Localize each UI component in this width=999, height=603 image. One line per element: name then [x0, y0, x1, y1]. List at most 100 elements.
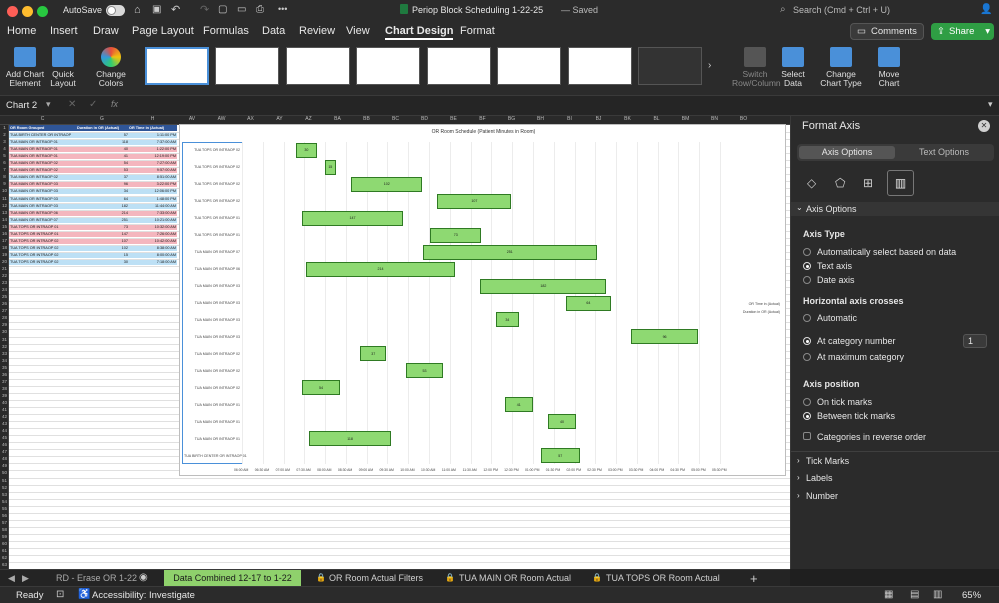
column-header[interactable]: BF: [468, 116, 497, 122]
column-header[interactable]: BC: [381, 116, 410, 122]
size-properties-icon[interactable]: ⊞: [863, 176, 873, 190]
row-header[interactable]: 2: [0, 132, 8, 137]
chart-style-1[interactable]: [145, 47, 209, 85]
change-chart-type-button[interactable]: Change Chart Type: [820, 45, 862, 88]
row-header[interactable]: 23: [0, 280, 8, 285]
column-header[interactable]: BD: [410, 116, 439, 122]
comments-button[interactable]: ▭ Comments: [850, 23, 924, 40]
row-header[interactable]: 33: [0, 351, 8, 356]
section-axis-options[interactable]: ⌄ Axis Options: [791, 202, 999, 216]
accessibility-icon[interactable]: ♿: [78, 589, 90, 600]
row-header[interactable]: 21: [0, 266, 8, 271]
chart-bar[interactable]: 15: [325, 159, 336, 175]
radio-date-axis[interactable]: [803, 276, 811, 284]
column-header[interactable]: BE: [439, 116, 468, 122]
column-header[interactable]: BO: [729, 116, 758, 122]
column-header[interactable]: BA: [323, 116, 352, 122]
change-colors-button[interactable]: Change Colors: [93, 45, 129, 88]
quick-layout-button[interactable]: Quick Layout: [47, 45, 79, 88]
row-header[interactable]: 44: [0, 428, 8, 433]
row-header[interactable]: 52: [0, 485, 8, 490]
column-header[interactable]: AZ: [294, 116, 323, 122]
column-header[interactable]: BN: [700, 116, 729, 122]
tab-draw[interactable]: Draw: [93, 25, 119, 37]
chart-bar[interactable]: 37: [360, 346, 387, 362]
share-button[interactable]: ⇪ Share ▾: [931, 23, 994, 40]
radio-on-tick-marks[interactable]: [803, 398, 811, 406]
row-header[interactable]: 50: [0, 470, 8, 475]
chart-bar[interactable]: 41: [504, 397, 533, 413]
radio-cross-max[interactable]: [803, 353, 811, 361]
select-data-button[interactable]: Select Data: [780, 45, 806, 88]
page-break-view-icon[interactable]: ▥: [933, 589, 942, 600]
tab-chart-design[interactable]: Chart Design: [385, 25, 454, 40]
radio-cross-category[interactable]: [803, 337, 811, 345]
tab-text-options[interactable]: Text Options: [896, 146, 992, 159]
chart-bar[interactable]: 54: [302, 380, 340, 396]
row-header[interactable]: 36: [0, 372, 8, 377]
search-input[interactable]: Search (Cmd + Ctrl + U): [793, 5, 890, 15]
row-header[interactable]: 1: [0, 125, 8, 130]
column-header[interactable]: BB: [352, 116, 381, 122]
row-header[interactable]: 17: [0, 238, 8, 243]
chart-bar[interactable]: 96: [631, 329, 698, 345]
tab-insert[interactable]: Insert: [50, 25, 78, 37]
row-header[interactable]: 54: [0, 499, 8, 504]
column-header[interactable]: BH: [526, 116, 555, 122]
chart-bar[interactable]: 182: [480, 278, 607, 294]
column-header[interactable]: AY: [265, 116, 294, 122]
sheet-tab[interactable]: RD - Erase OR 1-22: [56, 573, 137, 583]
chart-title[interactable]: OR Room Schedule (Patient Minutes in Roo…: [180, 129, 787, 135]
row-header[interactable]: 57: [0, 520, 8, 525]
add-sheet-icon[interactable]: +: [750, 571, 758, 586]
row-header[interactable]: 8: [0, 174, 8, 179]
tab-review[interactable]: Review: [299, 25, 335, 37]
tab-view[interactable]: View: [346, 25, 370, 37]
row-header[interactable]: 55: [0, 506, 8, 511]
row-header[interactable]: 48: [0, 456, 8, 461]
tab-format[interactable]: Format: [460, 25, 495, 37]
row-header[interactable]: 53: [0, 492, 8, 497]
row-header[interactable]: 60: [0, 541, 8, 546]
row-header[interactable]: 6: [0, 160, 8, 165]
sheet-tab[interactable]: TUA TOPS OR Room Actual: [606, 573, 720, 583]
row-header[interactable]: 15: [0, 224, 8, 229]
row-header[interactable]: 25: [0, 294, 8, 299]
row-header[interactable]: 63: [0, 562, 8, 567]
row-header[interactable]: 30: [0, 329, 8, 334]
autosave-toggle[interactable]: [106, 5, 125, 16]
chart-bar[interactable]: 251: [422, 244, 597, 260]
row-header[interactable]: 16: [0, 231, 8, 236]
chart-bar[interactable]: 107: [437, 193, 512, 209]
row-header[interactable]: 4: [0, 146, 8, 151]
page-layout-view-icon[interactable]: ▤: [910, 589, 919, 600]
row-header[interactable]: 38: [0, 386, 8, 391]
more-icon[interactable]: •••: [278, 4, 287, 14]
column-header[interactable]: BL: [642, 116, 671, 122]
chevron-down-icon[interactable]: ▾: [46, 99, 51, 110]
row-header[interactable]: 40: [0, 400, 8, 405]
home-icon[interactable]: ⌂: [134, 4, 141, 16]
row-header[interactable]: 19: [0, 252, 8, 257]
row-header[interactable]: 3: [0, 139, 8, 144]
column-header[interactable]: G: [76, 116, 128, 122]
radio-cross-auto[interactable]: [803, 314, 811, 322]
row-header[interactable]: 13: [0, 210, 8, 215]
section-labels[interactable]: Labels: [806, 473, 833, 483]
column-header[interactable]: BK: [613, 116, 642, 122]
sheet-tab[interactable]: OR Room Actual Filters: [329, 573, 423, 583]
save-icon[interactable]: ▣: [152, 4, 161, 15]
name-box[interactable]: Chart 2: [6, 100, 37, 111]
cancel-icon[interactable]: ✕: [68, 99, 76, 110]
chart-style-7[interactable]: [568, 47, 632, 85]
row-header[interactable]: 43: [0, 421, 8, 426]
row-header[interactable]: 61: [0, 548, 8, 553]
row-header[interactable]: 42: [0, 414, 8, 419]
row-header[interactable]: 26: [0, 301, 8, 306]
zoom-window-icon[interactable]: [37, 6, 48, 17]
eye-icon[interactable]: ◉: [139, 572, 148, 583]
row-header[interactable]: 28: [0, 315, 8, 320]
row-header[interactable]: 11: [0, 196, 8, 201]
column-header[interactable]: BI: [555, 116, 584, 122]
radio-text-axis[interactable]: [803, 262, 811, 270]
